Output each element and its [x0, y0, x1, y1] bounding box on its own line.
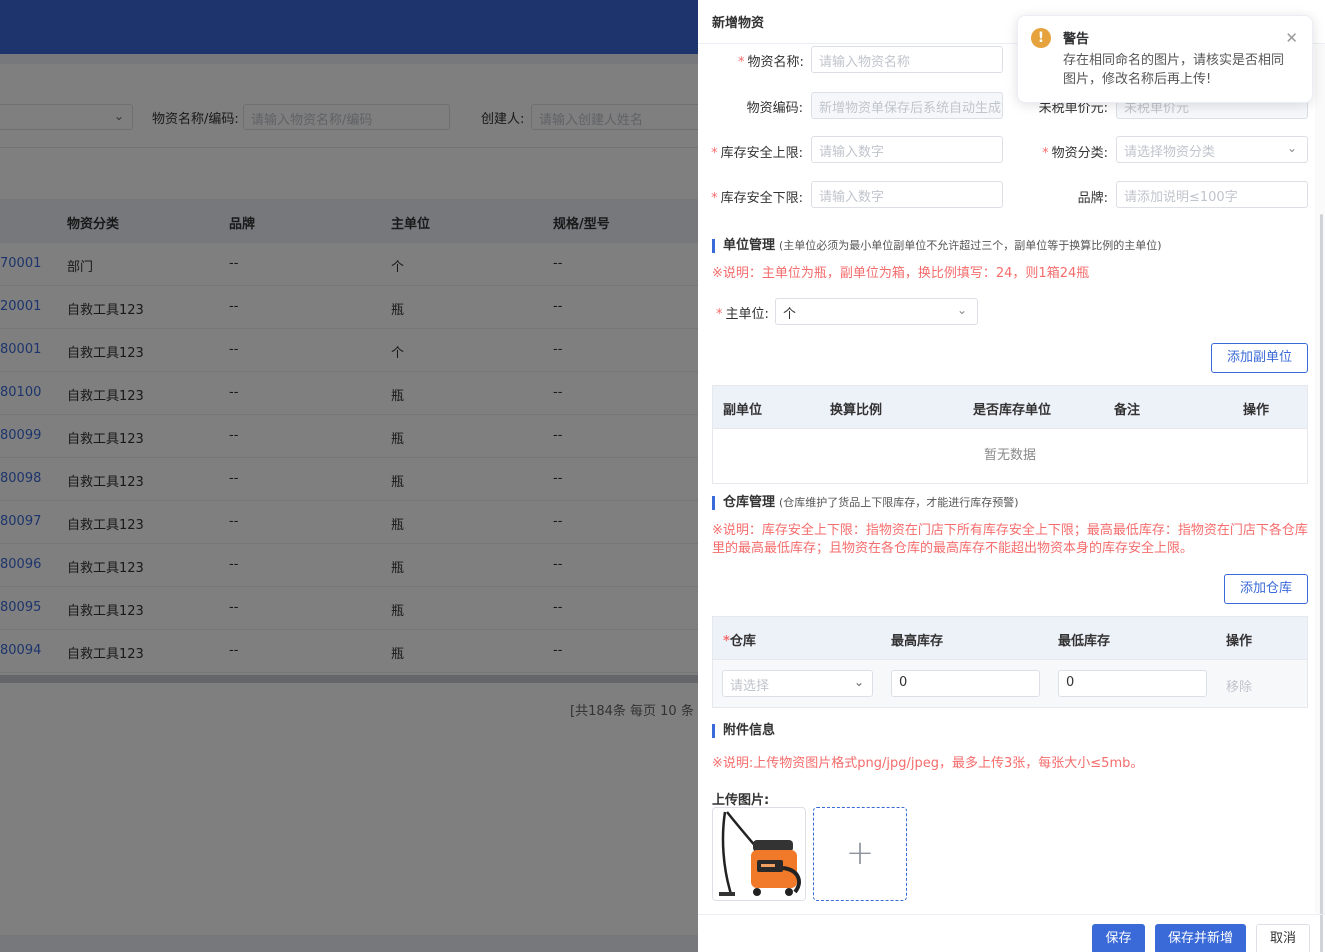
code-label: 物资编码:: [746, 101, 803, 116]
th-max-stock: 最高库存: [891, 634, 944, 649]
warehouse-note: ※说明：库存安全上下限：指物资在门店下所有库存安全上下限；最高最低库存：指物资在…: [712, 523, 1308, 556]
stock-lower-input[interactable]: 请输入数字: [811, 181, 1003, 208]
main-unit-select[interactable]: 个 ⌄: [775, 298, 978, 325]
main-unit-label: * 主单位:: [716, 307, 769, 322]
th-remark: 备注: [1114, 403, 1141, 418]
add-sub-unit-button[interactable]: 添加副单位: [1211, 343, 1308, 373]
stock-upper-label: * 库存安全上限:: [711, 146, 803, 161]
warehouse-table: *仓库 最高库存 最低库存 操作 请选择 ⌄ 0 0 移除: [712, 616, 1308, 708]
th-sub-unit: 副单位: [723, 403, 763, 418]
add-warehouse-button[interactable]: 添加仓库: [1224, 574, 1308, 604]
sub-unit-table-header: 副单位 换算比例 是否库存单位 备注 操作: [713, 386, 1307, 429]
name-label: * 物资名称:: [738, 55, 804, 70]
empty-text: 暂无数据: [983, 448, 1036, 463]
th-ratio: 换算比例: [830, 403, 883, 418]
chevron-down-icon: ⌄: [853, 675, 864, 689]
th-is-stock-unit: 是否库存单位: [973, 403, 1052, 418]
brand-input[interactable]: 请添加说明≤100字: [1116, 181, 1308, 208]
notification-title: 警告: [1063, 32, 1090, 47]
th-action: 操作: [1243, 403, 1270, 418]
upload-label: 上传图片:: [712, 793, 770, 808]
vacuum-cleaner-image: [713, 808, 805, 900]
min-stock-input[interactable]: 0: [1058, 670, 1207, 697]
attachment-note: ※说明:上传物资图片格式png/jpg/jpeg，最多上传3张，每张大小≤5mb…: [712, 756, 1144, 771]
max-stock-input[interactable]: 0: [891, 670, 1040, 697]
warehouse-table-header: *仓库 最高库存 最低库存 操作: [713, 617, 1307, 660]
uploaded-image-thumbnail[interactable]: [712, 807, 806, 901]
th-action: 操作: [1226, 634, 1253, 649]
unit-section-title: 单位管理 (主单位必须为最小单位副单位不允许超过三个，副单位等于换算比例的主单位): [712, 239, 1162, 253]
category-label: * 物资分类:: [1042, 146, 1108, 161]
add-material-drawer: 新增物资 * 物资名称: 请输入物资名称 物资编码: 新增物资单保存后系统自动生成…: [698, 0, 1325, 952]
drawer-scrollbar[interactable]: [1320, 214, 1323, 952]
chevron-down-icon: ⌄: [956, 303, 967, 317]
table-row: 请选择 ⌄ 0 0 移除: [713, 660, 1307, 707]
divider: [698, 914, 1325, 915]
upload-add-button[interactable]: +: [813, 807, 907, 901]
warehouse-select[interactable]: 请选择 ⌄: [722, 670, 873, 697]
warehouse-section-hint: (仓库维护了货品上下限库存，才能进行库存预警): [779, 496, 1019, 509]
material-code-input: 新增物资单保存后系统自动生成: [811, 92, 1003, 119]
drawer-title: 新增物资: [712, 16, 765, 31]
stock-upper-input[interactable]: 请输入数字: [811, 136, 1003, 163]
warning-notification: ! 警告 存在相同命名的图片，请核实是否相同图片，修改名称后再上传! ✕: [1017, 15, 1313, 103]
attachment-section-title: 附件信息: [712, 724, 775, 738]
unit-note: ※说明：主单位为瓶，副单位为箱，换比例填写：24，则1箱24瓶: [712, 266, 1090, 281]
save-and-new-button[interactable]: 保存并新增: [1155, 924, 1246, 952]
warning-icon: !: [1031, 28, 1051, 48]
notification-message: 存在相同命名的图片，请核实是否相同图片，修改名称后再上传!: [1063, 53, 1285, 87]
save-button[interactable]: 保存: [1092, 924, 1145, 952]
cancel-button[interactable]: 取消: [1256, 924, 1310, 952]
th-min-stock: 最低库存: [1058, 634, 1111, 649]
warehouse-section-title: 仓库管理 (仓库维护了货品上下限库存，才能进行库存预警): [712, 496, 1019, 510]
category-select[interactable]: 请选择物资分类 ⌄: [1116, 136, 1308, 163]
unit-section-hint: (主单位必须为最小单位副单位不允许超过三个，副单位等于换算比例的主单位): [779, 239, 1162, 252]
remove-button[interactable]: 移除: [1226, 676, 1252, 695]
chevron-down-icon: ⌄: [1286, 141, 1297, 155]
plus-icon: +: [845, 833, 875, 873]
brand-label: 品牌:: [1077, 191, 1108, 206]
th-warehouse: *仓库: [723, 634, 756, 649]
stock-lower-label: * 库存安全下限:: [711, 191, 803, 206]
close-icon[interactable]: ✕: [1285, 29, 1298, 47]
sub-unit-table: 副单位 换算比例 是否库存单位 备注 操作 暂无数据: [712, 385, 1308, 484]
material-name-input[interactable]: 请输入物资名称: [811, 46, 1003, 73]
